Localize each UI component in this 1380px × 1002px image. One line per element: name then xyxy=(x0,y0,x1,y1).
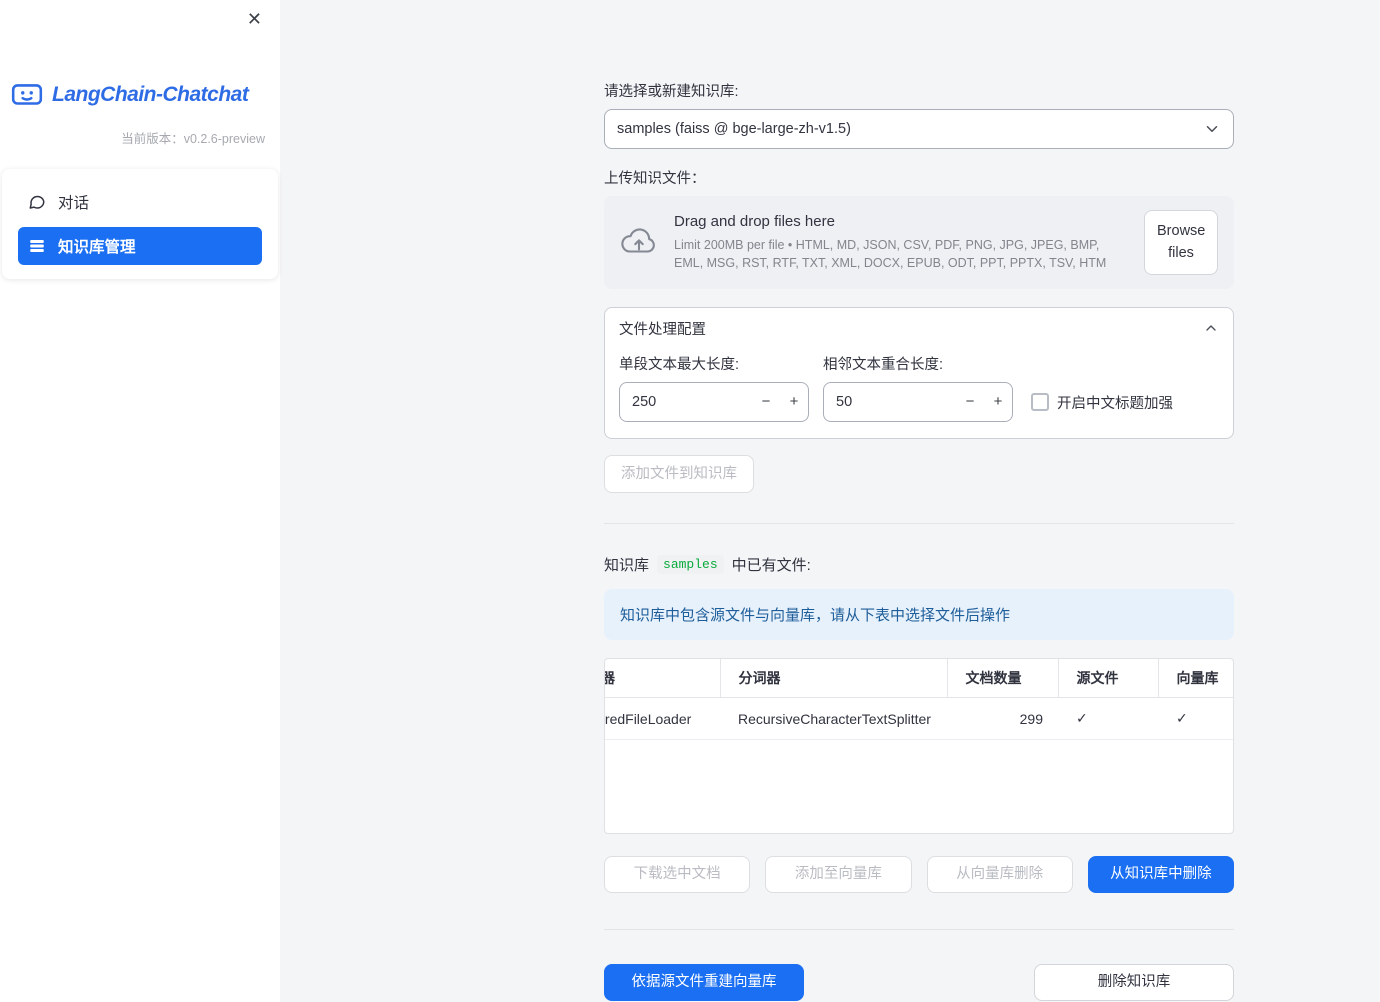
header-doc-count[interactable]: 文档数量 xyxy=(946,658,1058,699)
overlap-size-input[interactable] xyxy=(824,393,956,410)
minus-icon[interactable]: − xyxy=(752,393,780,410)
header-source-file[interactable]: 源文件 xyxy=(1057,658,1158,699)
header-vector-store[interactable]: 向量库 xyxy=(1157,658,1233,699)
content-column: 请选择或新建知识库: samples (faiss @ bge-large-zh… xyxy=(604,0,1234,1001)
chunk-size-field: 单段文本最大长度: − + xyxy=(619,353,809,422)
overlap-size-field: 相邻文本重合长度: − + xyxy=(823,353,1013,422)
cell-loader: UnstructuredFileLoader xyxy=(605,697,720,741)
kb-files-table[interactable]: 文档加载器 分词器 文档数量 源文件 向量库 UnstructuredFileL… xyxy=(604,657,1234,834)
sidebar: ✕ LangChain-Chatchat 当前版本：v0.2.6-preview… xyxy=(0,0,280,1002)
plus-icon[interactable]: + xyxy=(984,393,1012,410)
sidebar-item-knowledge-base[interactable]: 知识库管理 xyxy=(18,227,262,265)
logo-icon xyxy=(10,78,44,112)
expander-body: 单段文本最大长度: − + 相邻文本重合长度: − + xyxy=(605,349,1233,438)
table-row[interactable]: UnstructuredFileLoader RecursiveCharacte… xyxy=(605,697,1233,741)
main-area: 请选择或新建知识库: samples (faiss @ bge-large-zh… xyxy=(280,0,1380,1002)
close-sidebar-icon[interactable]: ✕ xyxy=(241,6,268,32)
kb-select[interactable]: samples (faiss @ bge-large-zh-v1.5) xyxy=(604,109,1234,149)
info-banner: 知识库中包含源文件与向量库，请从下表中选择文件后操作 xyxy=(604,588,1234,640)
download-selected-button[interactable]: 下载选中文档 xyxy=(604,855,751,893)
zh-title-enhance-label: 开启中文标题加强 xyxy=(1057,395,1173,412)
divider xyxy=(604,522,1234,524)
chunk-size-input[interactable] xyxy=(620,393,752,410)
sidebar-item-dialogue[interactable]: 对话 xyxy=(18,183,262,221)
stacked-list-icon xyxy=(28,237,46,255)
heading-suffix: 中已有文件: xyxy=(731,556,811,574)
cell-doc-count: 299 xyxy=(947,697,1058,741)
cell-source-file: ✓ xyxy=(1058,697,1158,741)
dropzone-limit: Limit 200MB per file • HTML, MD, JSON, C… xyxy=(674,237,1107,270)
sidebar-item-label: 知识库管理 xyxy=(58,239,136,256)
expander-title: 文件处理配置 xyxy=(619,321,706,338)
heading-prefix: 知识库 xyxy=(604,556,650,574)
kb-level-buttons: 依据源文件重建向量库 删除知识库 xyxy=(604,963,1234,1001)
file-dropzone[interactable]: Drag and drop files here Limit 200MB per… xyxy=(604,196,1234,289)
browse-files-button[interactable]: Browse files xyxy=(1144,210,1218,275)
rebuild-vector-store-button[interactable]: 依据源文件重建向量库 xyxy=(604,963,804,1001)
zh-title-enhance-checkbox[interactable] xyxy=(1031,393,1049,412)
file-action-buttons: 下载选中文档 添加至向量库 从向量库删除 从知识库中删除 xyxy=(604,855,1234,893)
delete-from-kb-button[interactable]: 从知识库中删除 xyxy=(1087,855,1234,893)
plus-icon[interactable]: + xyxy=(780,393,808,410)
cloud-upload-icon xyxy=(620,227,658,257)
overlap-size-stepper: − + xyxy=(823,381,1013,422)
table: 文档加载器 分词器 文档数量 源文件 向量库 UnstructuredFileL… xyxy=(605,658,1233,741)
select-kb-label: 请选择或新建知识库: xyxy=(604,84,739,100)
cell-vector-store: ✓ xyxy=(1158,697,1233,741)
chunk-size-stepper: − + xyxy=(619,381,809,422)
overlap-size-label: 相邻文本重合长度: xyxy=(823,356,944,373)
table-header-row: 文档加载器 分词器 文档数量 源文件 向量库 xyxy=(605,658,1233,699)
chunk-size-label: 单段文本最大长度: xyxy=(619,356,740,373)
file-config-expander: 文件处理配置 单段文本最大长度: − + 相邻文本重合长度: xyxy=(604,306,1234,439)
kb-select-value: samples (faiss @ bge-large-zh-v1.5) xyxy=(617,121,851,137)
delete-from-vector-store-button[interactable]: 从向量库删除 xyxy=(926,855,1073,893)
add-files-to-kb-button[interactable]: 添加文件到知识库 xyxy=(604,454,754,493)
chevron-up-icon xyxy=(1203,320,1219,336)
upload-label: 上传知识文件： xyxy=(604,171,706,187)
app-logo: LangChain-Chatchat xyxy=(10,78,280,112)
header-splitter[interactable]: 分词器 xyxy=(719,658,947,699)
sidebar-item-label: 对话 xyxy=(58,195,90,212)
minus-icon[interactable]: − xyxy=(956,393,984,410)
chat-icon xyxy=(28,193,46,211)
version-label: 当前版本：v0.2.6-preview xyxy=(121,132,265,146)
sidebar-nav: 对话 知识库管理 xyxy=(2,169,278,279)
divider xyxy=(604,928,1234,930)
dropzone-text: Drag and drop files here Limit 200MB per… xyxy=(674,213,1128,272)
header-loader[interactable]: 文档加载器 xyxy=(605,658,720,699)
chevron-down-icon xyxy=(1203,120,1221,138)
logo-title: LangChain-Chatchat xyxy=(52,83,249,106)
kb-name-code: samples xyxy=(657,554,724,574)
cell-splitter: RecursiveCharacterTextSplitter xyxy=(720,697,947,741)
delete-kb-button[interactable]: 删除知识库 xyxy=(1034,963,1234,1001)
add-to-vector-store-button[interactable]: 添加至向量库 xyxy=(765,855,912,893)
kb-files-heading: 知识库 samples 中已有文件: xyxy=(604,554,1234,575)
zh-title-enhance-field: 开启中文标题加强 xyxy=(1031,392,1173,413)
expander-header[interactable]: 文件处理配置 xyxy=(605,308,1233,349)
dropzone-title: Drag and drop files here xyxy=(674,212,835,230)
